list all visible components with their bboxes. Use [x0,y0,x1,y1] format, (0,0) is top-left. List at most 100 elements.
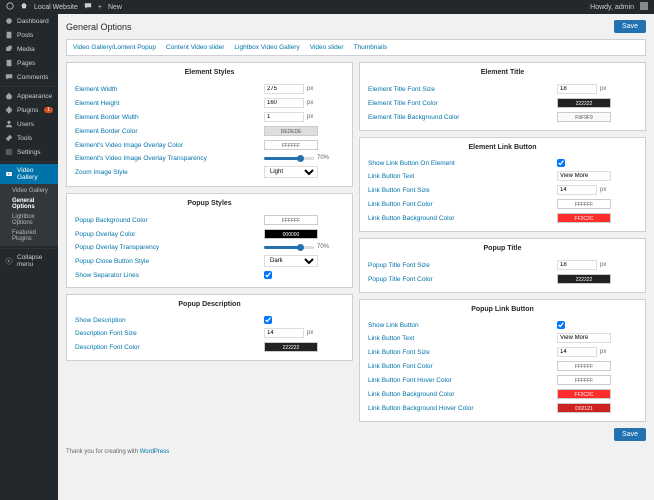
lbl: Show Link Button [368,322,557,329]
sub-video-gallery[interactable]: Video Gallery [0,186,58,196]
admin-sidebar: Dashboard Posts Media Pages Comments App… [0,14,58,500]
plink-text-input[interactable] [557,333,611,343]
link-color-swatch[interactable]: FFFFFF [557,199,611,209]
tab-1[interactable]: Content Video slider [166,44,224,51]
lbl: Link Button Background Color [368,391,557,398]
panel-title: Element Styles [75,69,344,76]
panel-link-button: Element Link Button Show Link Button On … [359,137,646,232]
element-height-input[interactable] [264,98,304,108]
unit: px [307,100,313,106]
lbl: Popup Title Font Size [368,262,557,269]
menu-label: Video Gallery [17,167,53,181]
lbl: Show Link Button On Element [368,160,557,167]
element-width-input[interactable] [264,84,304,94]
menu-comments[interactable]: Comments [0,70,58,84]
plink-color-swatch[interactable]: FFFFFF [557,361,611,371]
zoom-select[interactable]: Light [264,166,318,178]
border-color-swatch[interactable]: DEDEDE [264,126,318,136]
lbl: Element Title Background Color [368,114,557,121]
close-style-select[interactable]: Dark [264,255,318,267]
tab-3[interactable]: Video slider [310,44,344,51]
howdy-text[interactable]: Howdy, admin [590,4,634,11]
plink-bg-swatch[interactable]: FF2C2C [557,389,611,399]
comments-icon[interactable] [84,2,92,12]
link-bg-swatch[interactable]: FF2C2C [557,213,611,223]
site-name[interactable]: Local Website [34,4,78,11]
title-size-input[interactable] [557,84,597,94]
slider-value: 70% [317,155,329,161]
ptitle-color-swatch[interactable]: 222222 [557,274,611,284]
popup-overlay-swatch[interactable]: 000000 [264,229,318,239]
tab-4[interactable]: Thumbnails [354,44,388,51]
overlay-trans-slider[interactable] [264,157,314,160]
sub-general-options[interactable]: General Options [0,196,58,212]
plink-hbg-swatch[interactable]: D02121 [557,403,611,413]
desc-size-input[interactable] [264,328,304,338]
unit: px [600,187,606,193]
panel-element-styles: Element Styles Element Widthpx Element H… [66,62,353,187]
link-text-input[interactable] [557,171,611,181]
ptitle-size-input[interactable] [557,260,597,270]
menu-label: Dashboard [17,18,49,25]
sub-featured[interactable]: Featured Plugins [0,228,58,244]
save-button-top[interactable]: Save [614,20,646,33]
lbl: Element Title Font Size [368,86,557,93]
menu-dashboard[interactable]: Dashboard [0,14,58,28]
submenu: Video Gallery General Options Lightbox O… [0,184,58,246]
popup-trans-slider[interactable] [264,246,314,249]
unit: px [307,86,313,92]
content-area: General Options Save Video Gallery/Lonte… [58,14,654,500]
admin-toolbar: Local Website + New Howdy, admin [0,0,654,14]
menu-label: Tools [17,135,32,142]
lbl: Element Border Width [75,114,264,121]
border-width-input[interactable] [264,112,304,122]
link-size-input[interactable] [557,185,597,195]
lbl: Zoom Image Style [75,169,264,176]
menu-media[interactable]: Media [0,42,58,56]
show-desc-checkbox[interactable] [264,316,272,324]
menu-posts[interactable]: Posts [0,28,58,42]
desc-color-swatch[interactable]: 222222 [264,342,318,352]
avatar-icon[interactable] [640,2,648,12]
menu-label: Posts [17,32,33,39]
plink-size-input[interactable] [557,347,597,357]
show-link-checkbox[interactable] [557,159,565,167]
menu-label: Appearance [17,93,52,100]
tab-2[interactable]: Lightbox Video Gallery [234,44,299,51]
menu-label: Settings [17,149,41,156]
menu-appearance[interactable]: Appearance [0,89,58,103]
home-icon[interactable] [20,2,28,12]
panel-title: Popup Description [75,301,344,308]
menu-tools[interactable]: Tools [0,131,58,145]
lbl: Element Height [75,100,264,107]
menu-label: Users [17,121,34,128]
wp-logo-icon[interactable] [6,2,14,12]
tab-0[interactable]: Video Gallery/Lontent Popup [73,44,156,51]
lbl: Show Description [75,317,264,324]
separator-checkbox[interactable] [264,271,272,279]
new-link[interactable]: New [108,4,122,11]
unit: px [307,114,313,120]
menu-users[interactable]: Users [0,117,58,131]
plus-icon[interactable]: + [98,4,102,11]
overlay-color-swatch[interactable]: FFFFFF [264,140,318,150]
collapse-menu[interactable]: Collapse menu [0,251,58,271]
wordpress-link[interactable]: WordPress [140,449,170,455]
sub-lightbox[interactable]: Lightbox Options [0,212,58,228]
lbl: Popup Title Font Color [368,276,557,283]
lbl: Element's Video Image Overlay Color [75,142,264,149]
plink-show-checkbox[interactable] [557,321,565,329]
panel-title: Popup Link Button [368,306,637,313]
plink-hcolor-swatch[interactable]: FFFFFF [557,375,611,385]
title-color-swatch[interactable]: 222222 [557,98,611,108]
lbl: Element Title Font Color [368,100,557,107]
save-button-bottom[interactable]: Save [614,428,646,441]
popup-bg-swatch[interactable]: FFFFFF [264,215,318,225]
slider-value: 70% [317,244,329,250]
menu-settings[interactable]: Settings [0,145,58,159]
menu-pages[interactable]: Pages [0,56,58,70]
menu-label: Comments [17,74,48,81]
menu-video-gallery[interactable]: Video Gallery [0,164,58,184]
menu-plugins[interactable]: Plugins1 [0,103,58,117]
title-bg-swatch[interactable]: F9F9F9 [557,112,611,122]
